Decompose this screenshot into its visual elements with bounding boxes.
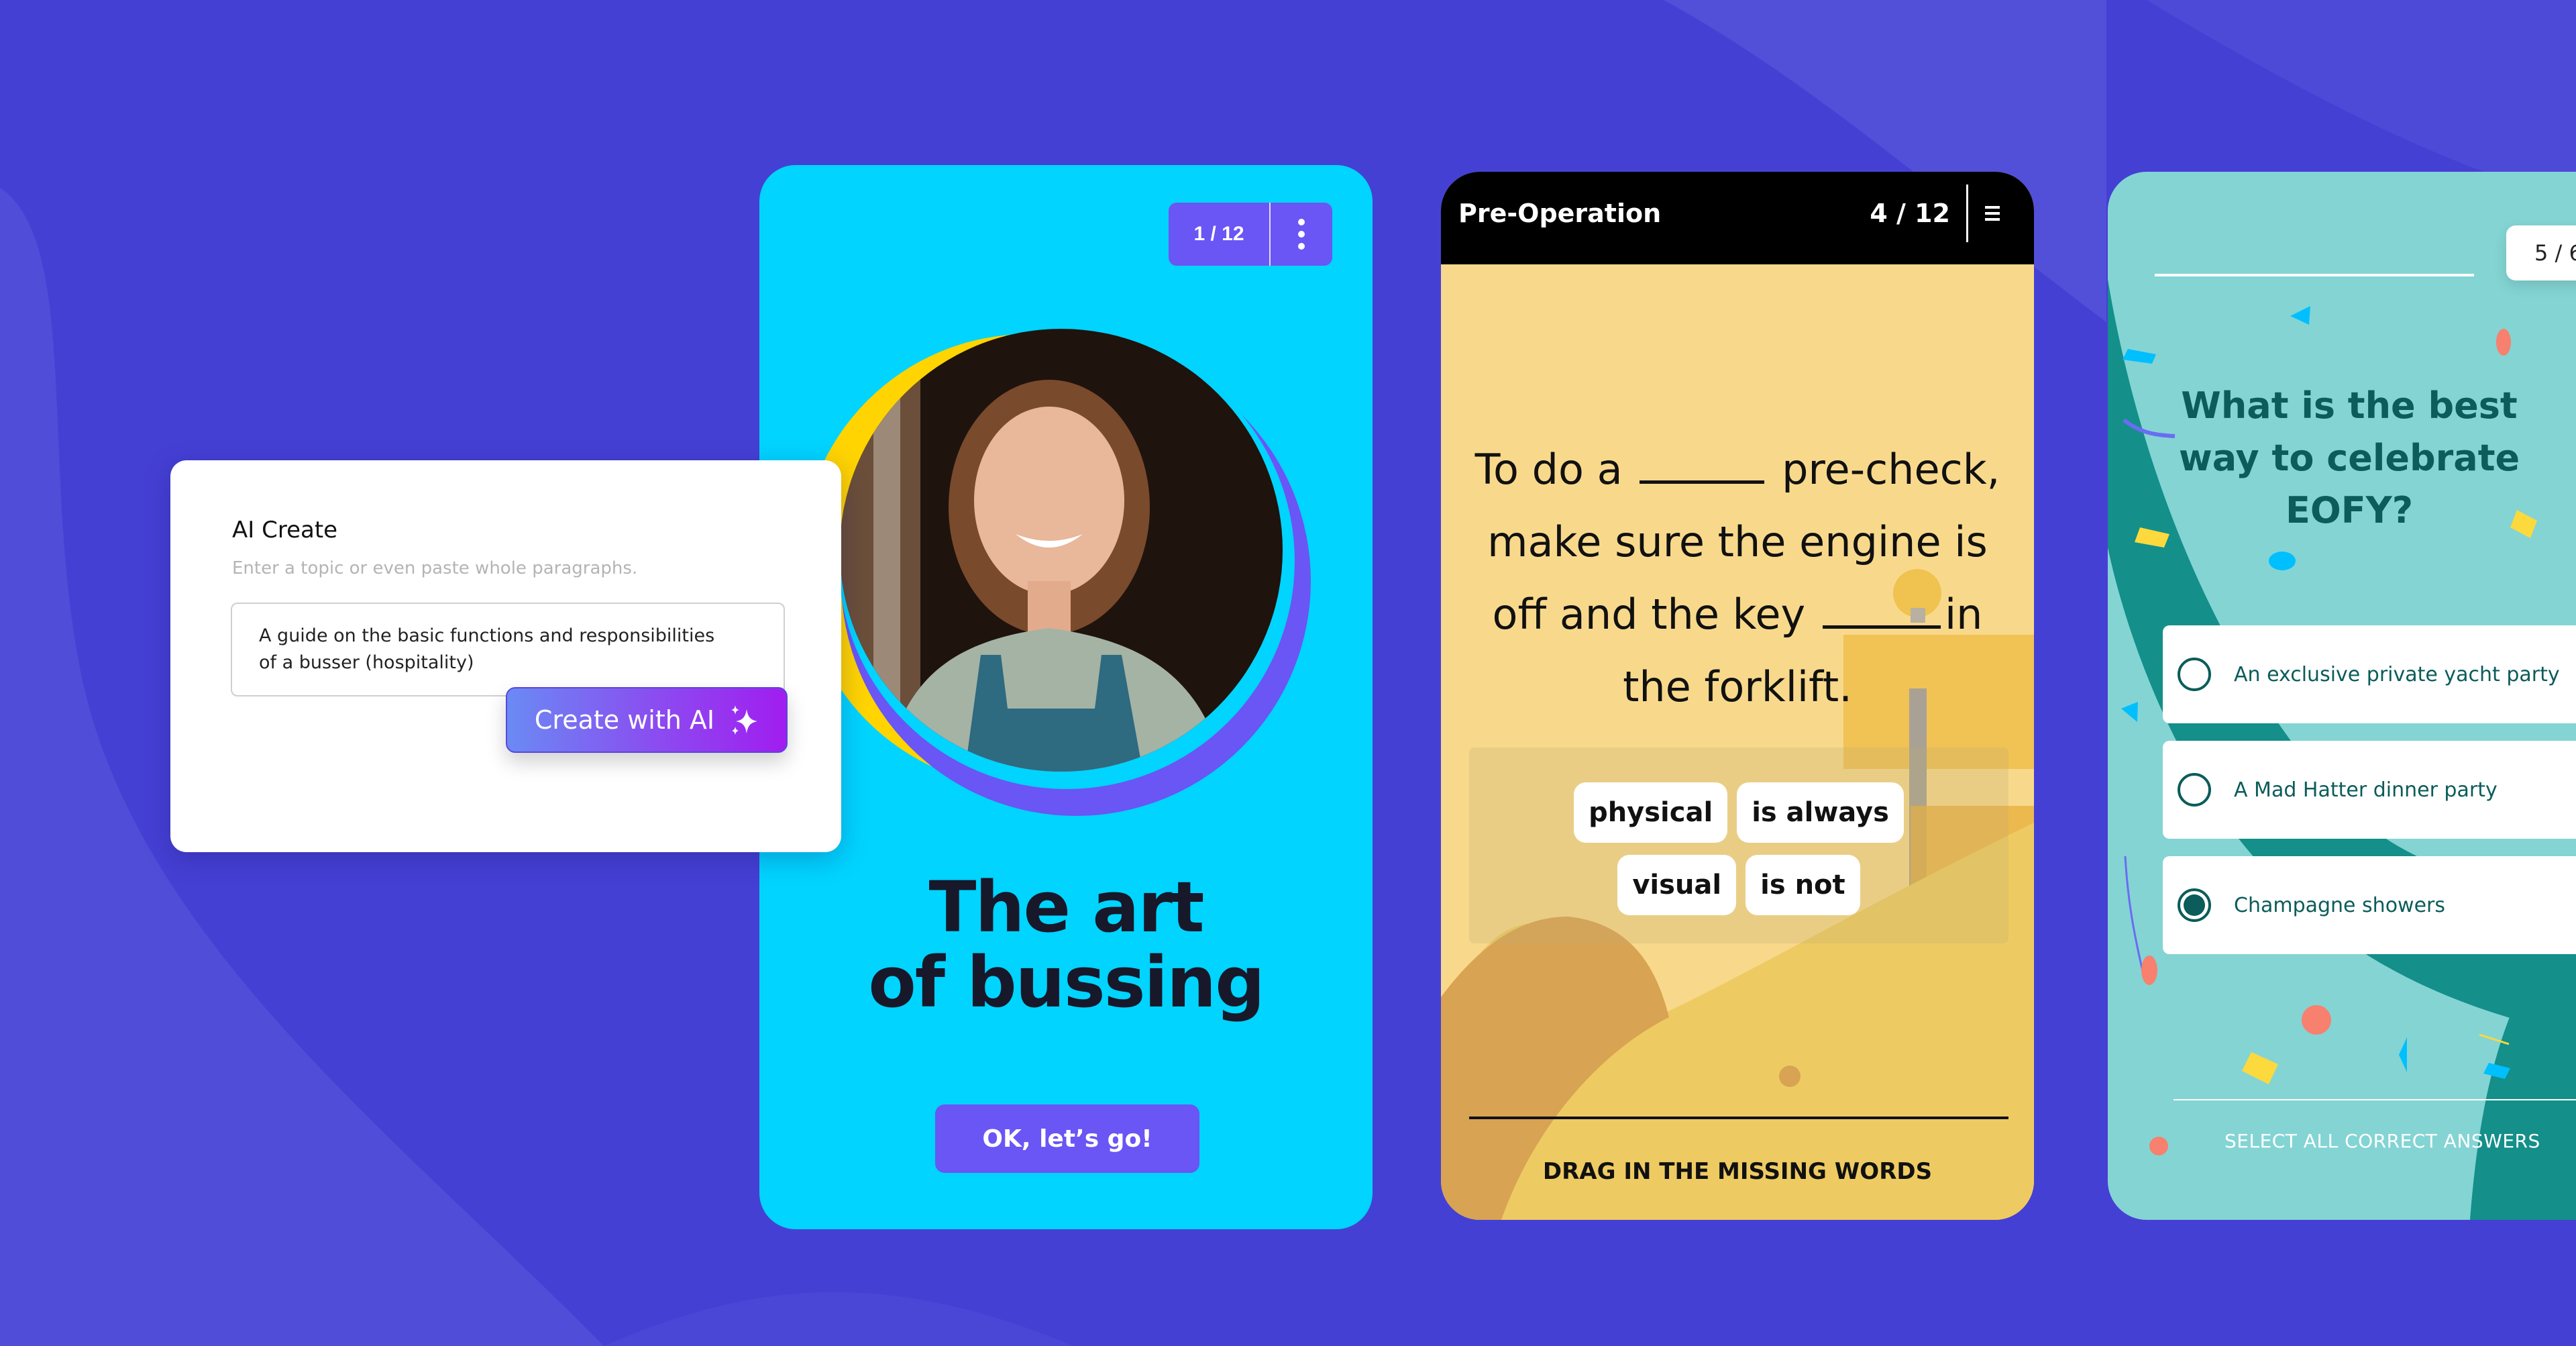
- ai-create-hint: Enter a topic or even paste whole paragr…: [232, 558, 638, 578]
- question-text: make sure the engine is: [1487, 517, 1988, 566]
- ai-create-title: AI Create: [232, 517, 338, 543]
- ai-create-panel: AI Create Enter a topic or even paste wh…: [170, 460, 841, 852]
- section-title: Pre-Operation: [1458, 199, 1662, 228]
- more-options-button[interactable]: [1271, 203, 1332, 266]
- fill-blank-question: To do a pre-check, make sure the engine …: [1461, 433, 2014, 723]
- instruction-text: DRAG IN THE MISSING WORDS: [1542, 1158, 1933, 1185]
- answer-label: Champagne showers: [2234, 893, 2445, 917]
- word-chip[interactable]: is always: [1737, 782, 1904, 843]
- slide-counter: 1 / 12: [1169, 203, 1271, 266]
- answer-option[interactable]: An exclusive private yacht party: [2163, 625, 2576, 723]
- blank-slot-2[interactable]: [1822, 625, 1941, 629]
- start-lesson-button[interactable]: OK, let’s go!: [935, 1104, 1199, 1173]
- topic-input[interactable]: A guide on the basic functions and respo…: [231, 603, 785, 696]
- lesson-title: The art of bussing: [868, 866, 1265, 1023]
- blank-slot-1[interactable]: [1640, 480, 1765, 484]
- radio-unchecked-icon[interactable]: [2178, 773, 2211, 807]
- quiz-question: What is the best way to celebrate EOFY?: [2178, 384, 2520, 531]
- card-header: Pre-Operation 4 / 12: [1441, 172, 2034, 264]
- progress-bar: [2155, 274, 2474, 276]
- question-text: off and the key: [1492, 590, 1806, 639]
- slide-counter: 5 / 6: [2506, 225, 2576, 280]
- question-text: To do a: [1474, 445, 1623, 494]
- word-chip[interactable]: is not: [1746, 855, 1860, 915]
- quiz-card: 5 / 6 What is the best way to celebrate …: [2108, 172, 2576, 1220]
- question-text: the forklift.: [1623, 662, 1852, 711]
- sparkles-icon: [731, 705, 758, 735]
- word-chip[interactable]: visual: [1617, 855, 1737, 915]
- instruction-text: SELECT ALL CORRECT ANSWERS: [2224, 1130, 2540, 1152]
- divider: [2174, 1099, 2576, 1100]
- create-with-ai-label: Create with AI: [534, 705, 715, 735]
- kebab-menu-icon: [1298, 219, 1305, 250]
- radio-checked-icon[interactable]: [2178, 888, 2211, 922]
- menu-button[interactable]: [1968, 206, 2017, 221]
- answer-label: An exclusive private yacht party: [2234, 662, 2560, 686]
- lesson-intro-card: 1 / 12 The art of bussing OK, let’s go!: [759, 165, 1373, 1229]
- question-text: in: [1944, 590, 1983, 639]
- answer-option[interactable]: A Mad Hatter dinner party: [2163, 741, 2576, 839]
- create-with-ai-button[interactable]: Create with AI: [506, 687, 788, 753]
- question-text: pre-check,: [1782, 445, 2000, 494]
- fill-blank-card: Pre-Operation 4 / 12 To do a pre-check, …: [1441, 172, 2034, 1220]
- word-chip[interactable]: physical: [1574, 782, 1728, 843]
- radio-unchecked-icon[interactable]: [2178, 658, 2211, 691]
- divider: [1469, 1117, 2008, 1119]
- slide-counter: 4 / 12: [1870, 185, 1968, 242]
- hamburger-menu-icon: [1985, 206, 2000, 221]
- answer-label: A Mad Hatter dinner party: [2234, 778, 2498, 802]
- hero-image: [801, 329, 1311, 816]
- slide-counter-group: 1 / 12: [1169, 203, 1332, 266]
- word-bank: physical is always visual is not: [1469, 747, 2008, 943]
- answer-option-selected[interactable]: Champagne showers: [2163, 856, 2576, 954]
